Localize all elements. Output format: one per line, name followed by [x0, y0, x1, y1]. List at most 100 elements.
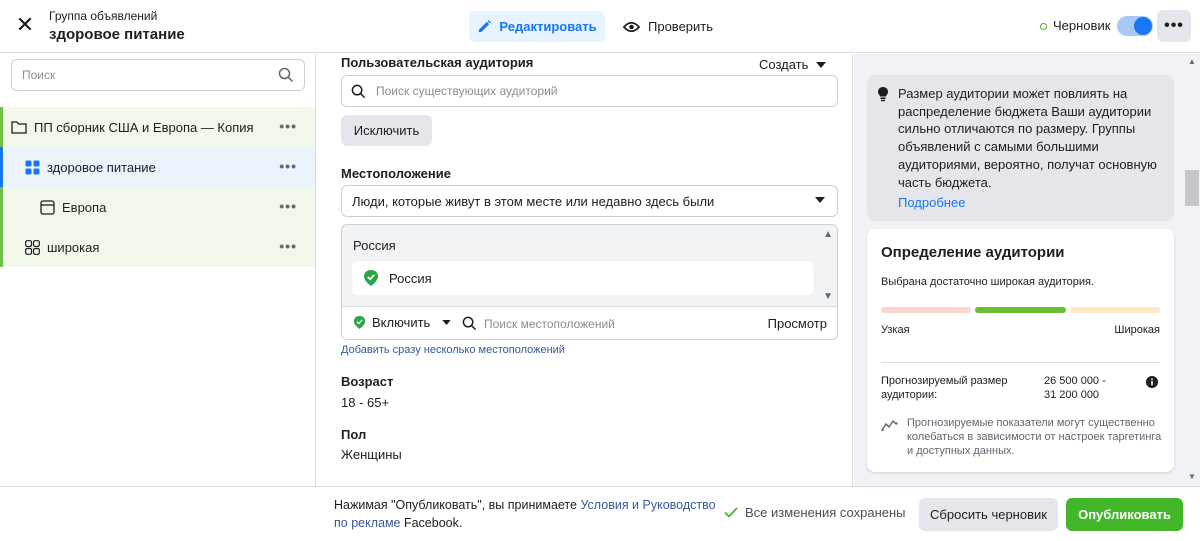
caret-down-icon	[442, 320, 451, 325]
location-search-input[interactable]	[484, 312, 754, 336]
include-select[interactable]: Включить	[353, 315, 451, 330]
adset-grid-icon	[25, 160, 40, 175]
scroll-down-icon[interactable]: ▼	[1188, 472, 1196, 481]
right-scrollbar[interactable]	[1184, 54, 1200, 486]
right-panel: Размер аудитории может повлиять на распр…	[854, 54, 1184, 486]
sidebar-search-input[interactable]	[22, 60, 262, 90]
audience-meter-wide	[1070, 307, 1160, 313]
scroll-down-icon[interactable]: ▼	[823, 291, 833, 302]
sidebar-item-label: Европа	[62, 199, 107, 215]
footer: Нажимая "Опубликовать", вы принимаете Ус…	[0, 486, 1200, 541]
search-icon	[351, 84, 366, 102]
sidebar-item-adset[interactable]: широкая •••	[0, 227, 315, 267]
sidebar-item-label: широкая	[47, 239, 100, 255]
exclude-button[interactable]: Исключить	[341, 115, 432, 146]
estimate-note: Прогнозируемые показатели могут существе…	[907, 417, 1162, 457]
scroll-up-icon[interactable]: ▲	[1188, 57, 1196, 66]
checkmark-icon	[724, 507, 738, 518]
status-dot-icon	[1040, 23, 1047, 30]
more-options-button[interactable]: •••	[1157, 10, 1191, 42]
definition-subtitle: Выбрана достаточно широкая аудитория.	[881, 276, 1095, 288]
definition-title: Определение аудитории	[881, 244, 1065, 261]
audience-editor: Пользовательская аудитория Создать Исклю…	[316, 54, 853, 486]
eye-icon	[623, 21, 640, 32]
item-more-button[interactable]: •••	[279, 238, 297, 254]
legal-suffix: Facebook.	[400, 515, 463, 530]
saved-status: Все изменения сохранены	[724, 505, 906, 520]
page-title: здоровое питание	[49, 26, 185, 43]
location-box: Россия Россия ▲ ▼ Включить Просмотр	[341, 224, 838, 340]
include-label: Включить	[372, 315, 431, 330]
check-button-label: Проверить	[648, 19, 714, 34]
location-type-select[interactable]: Люди, которые живут в этом месте или нед…	[341, 185, 838, 217]
item-more-button[interactable]: •••	[279, 198, 297, 214]
estimate-value: 26 500 000 - 31 200 000	[1044, 375, 1106, 401]
pencil-icon	[479, 20, 492, 33]
location-pin-icon	[353, 316, 366, 329]
adset-grid-icon	[25, 239, 40, 255]
audience-meter-middle	[975, 307, 1066, 313]
trend-icon	[881, 418, 899, 435]
location-type-value: Люди, которые живут в этом месте или нед…	[352, 193, 715, 209]
browse-button[interactable]: Просмотр	[768, 316, 827, 331]
location-label: Местоположение	[341, 166, 451, 181]
gender-value[interactable]: Женщины	[341, 447, 402, 462]
audience-search	[341, 75, 838, 107]
close-icon[interactable]: ✕	[14, 14, 36, 36]
meter-wide-label: Широкая	[1114, 324, 1160, 336]
age-label: Возраст	[341, 374, 394, 389]
search-icon	[462, 316, 477, 334]
location-chip-label: Россия	[389, 270, 432, 286]
edit-button[interactable]: Редактировать	[469, 11, 605, 42]
folder-icon	[11, 120, 27, 134]
location-search-bar: Включить Просмотр	[342, 306, 837, 339]
saved-label: Все изменения сохранены	[745, 505, 906, 520]
sidebar-item-adset-selected[interactable]: здоровое питание •••	[0, 147, 315, 187]
sidebar-item-ad[interactable]: Европа •••	[0, 187, 315, 227]
toggle-knob	[1134, 17, 1152, 35]
meter-narrow-label: Узкая	[881, 324, 910, 336]
search-icon[interactable]	[278, 67, 294, 86]
gender-label: Пол	[341, 427, 367, 442]
divider	[881, 362, 1160, 363]
caret-down-icon	[816, 61, 827, 68]
location-group-label: Россия	[353, 238, 396, 253]
sidebar-item-campaign[interactable]: ПП сборник США и Европа — Копия •••	[0, 107, 315, 147]
check-button[interactable]: Проверить	[619, 11, 717, 42]
estimate-label: Прогнозируемый размер аудитории:	[881, 375, 1008, 401]
publish-button[interactable]: Опубликовать	[1066, 498, 1183, 531]
learn-more-link[interactable]: Подробнее	[898, 195, 965, 210]
create-label: Создать	[759, 57, 809, 72]
sidebar-search	[11, 59, 305, 91]
location-chip[interactable]: Россия	[352, 261, 813, 295]
location-list: Россия Россия ▲ ▼	[342, 225, 837, 306]
status-badge: Черновик	[1053, 18, 1111, 33]
custom-audience-label: Пользовательская аудитория	[341, 55, 534, 70]
sidebar-item-label: ПП сборник США и Европа — Копия	[34, 119, 254, 135]
info-icon[interactable]	[1146, 376, 1158, 391]
create-audience-dropdown[interactable]: Создать	[759, 57, 827, 72]
sidebar-item-label: здоровое питание	[47, 159, 156, 175]
item-more-button[interactable]: •••	[279, 118, 297, 134]
top-bar: ✕ Группа объявлений здоровое питание Ред…	[0, 0, 1200, 53]
audience-definition-card: Определение аудитории Выбрана достаточно…	[867, 229, 1174, 472]
edit-button-label: Редактировать	[499, 19, 597, 34]
location-pin-icon	[364, 270, 378, 286]
item-more-button[interactable]: •••	[279, 158, 297, 174]
right-scrollbar-thumb[interactable]	[1185, 170, 1199, 206]
ad-icon	[40, 199, 55, 215]
legal-prefix: Нажимая "Опубликовать", вы принимаете	[334, 498, 581, 512]
group-subtitle: Группа объявлений	[49, 9, 158, 23]
audience-meter-narrow	[881, 307, 971, 313]
scroll-up-icon[interactable]: ▲	[823, 229, 833, 240]
budget-tip-text: Размер аудитории может повлиять на распр…	[898, 86, 1157, 190]
sidebar: ПП сборник США и Европа — Копия ••• здор…	[0, 54, 316, 486]
reset-draft-button[interactable]: Сбросить черновик	[919, 498, 1058, 531]
age-value[interactable]: 18 - 65+	[341, 395, 389, 410]
caret-down-icon	[815, 197, 825, 203]
audience-search-input[interactable]	[376, 77, 816, 105]
legal-text: Нажимая "Опубликовать", вы принимаете Ус…	[334, 497, 719, 532]
draft-toggle[interactable]	[1117, 16, 1153, 36]
lightbulb-icon	[877, 86, 889, 105]
add-multiple-locations-link[interactable]: Добавить сразу несколько местоположений	[341, 344, 565, 356]
